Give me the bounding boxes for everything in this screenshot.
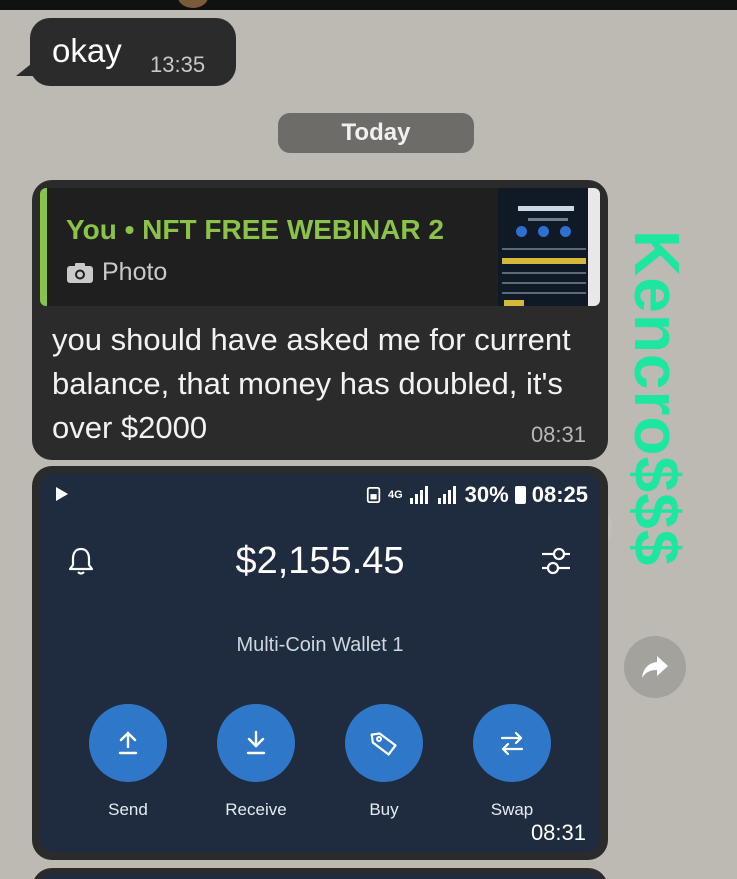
buy-label: Buy	[369, 800, 399, 819]
arrow-down-icon	[246, 730, 266, 755]
swap-label: Swap	[490, 800, 534, 819]
quote-subtitle: Photo	[66, 258, 167, 287]
wallet-screenshot[interactable]: 4G 30% 08:25 $2,155.45 Multi-Coin Wallet…	[40, 474, 600, 852]
receive-button[interactable]: Receive	[211, 704, 301, 820]
swap-button[interactable]: Swap	[467, 704, 557, 820]
play-store-icon	[56, 487, 68, 501]
watermark-text: Kencro$$$	[621, 230, 693, 567]
quote-accent-bar	[40, 188, 47, 306]
message-bubble-incoming[interactable]: okay 13:35	[16, 18, 236, 86]
send-label: Send	[108, 800, 148, 819]
quote-type-label: Photo	[102, 258, 168, 286]
receive-label: Receive	[225, 800, 287, 819]
bubble-tail	[16, 60, 36, 76]
top-bar	[0, 0, 737, 10]
message-time: 08:31	[530, 422, 586, 447]
camera-icon	[67, 262, 93, 283]
send-button[interactable]: Send	[83, 704, 173, 820]
message-text: okay	[52, 32, 122, 69]
signal-icon	[437, 486, 456, 504]
wallet-balance: $2,155.45	[235, 540, 405, 582]
battery-icon	[514, 486, 526, 504]
message-text: you should have asked me for current bal…	[52, 322, 571, 445]
message-time: 08:31	[530, 820, 586, 845]
date-separator: Today	[278, 113, 474, 153]
quote-thumbnail	[498, 188, 600, 306]
avatar	[178, 0, 208, 8]
settings-sliders-icon[interactable]	[538, 544, 574, 578]
wallet-name: Multi-Coin Wallet 1	[236, 634, 404, 656]
tag-icon	[370, 732, 397, 756]
arrow-up-icon	[118, 731, 138, 755]
message-bubble-image[interactable]: 4G 30% 08:25 $2,155.45 Multi-Coin Wallet…	[32, 466, 608, 860]
signal-icon	[409, 486, 428, 504]
sim-icon	[366, 487, 381, 503]
battery-percent: 30%	[464, 482, 509, 507]
message-time: 13:35	[150, 52, 206, 77]
quoted-message[interactable]: You • NFT FREE WEBINAR 2 Photo	[40, 188, 600, 306]
buy-button[interactable]: Buy	[339, 704, 429, 820]
wallet-actions: Send Receive Buy Swap	[40, 704, 600, 824]
forward-arrow-icon	[642, 656, 668, 678]
status-time: 08:25	[531, 482, 588, 507]
status-bar: 4G 30% 08:25	[40, 474, 600, 514]
forward-button[interactable]	[624, 636, 686, 698]
quote-title: You • NFT FREE WEBINAR 2	[66, 214, 444, 245]
swap-icon	[500, 731, 524, 756]
message-bubble-reply[interactable]: You • NFT FREE WEBINAR 2 Photo you shoul…	[32, 180, 608, 460]
network-type: 4G	[387, 489, 403, 501]
next-message-bubble[interactable]	[32, 868, 608, 879]
